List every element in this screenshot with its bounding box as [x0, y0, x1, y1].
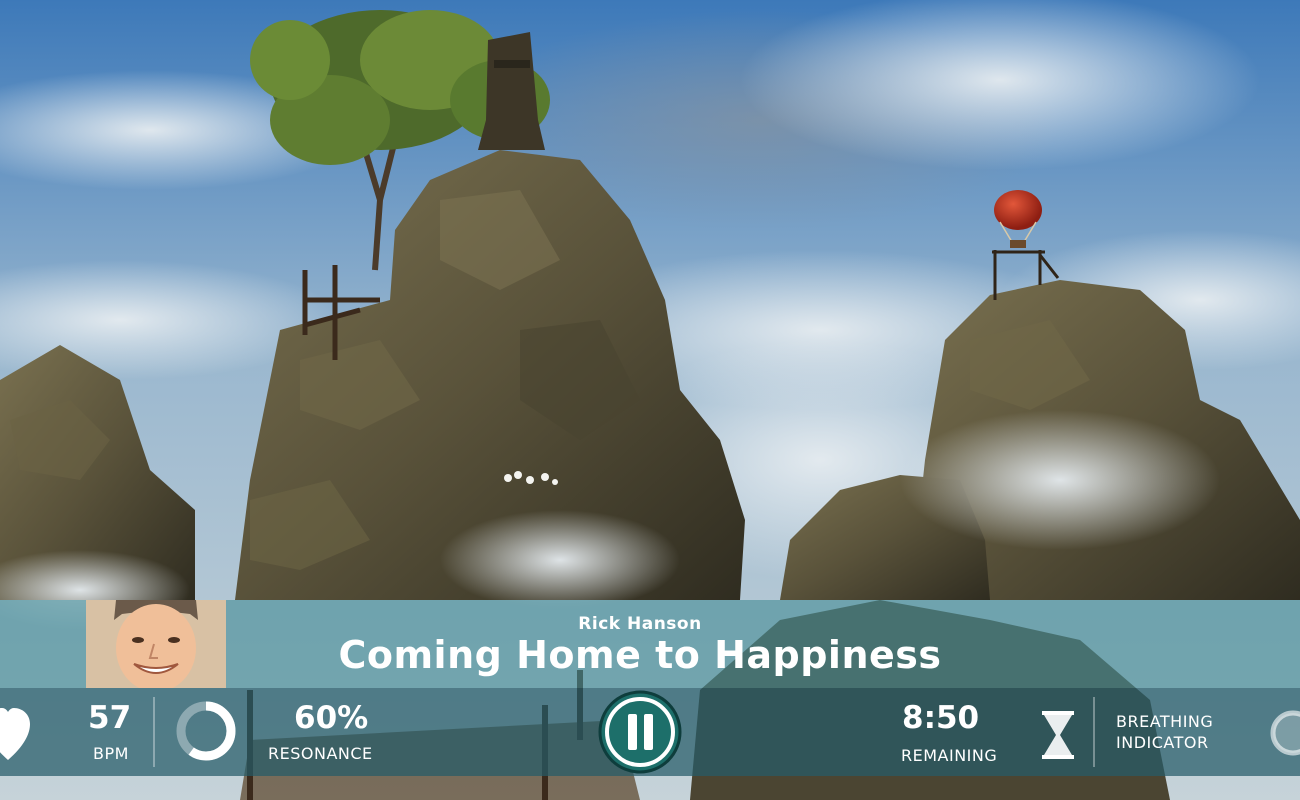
resonance-label: RESONANCE [268, 744, 373, 763]
pause-button[interactable] [598, 690, 682, 774]
heart-rate-label: BPM [93, 744, 129, 763]
stats-divider [1093, 697, 1095, 767]
resonance-ring-icon [176, 701, 236, 761]
breathing-indicator-label: BREATHING INDICATOR [1116, 711, 1213, 753]
hourglass-icon [1042, 711, 1074, 759]
breathing-label-line2: INDICATOR [1116, 733, 1209, 752]
resonance-value: 60% [294, 700, 369, 736]
breathing-label-line1: BREATHING [1116, 712, 1214, 731]
breathing-indicator[interactable] [1268, 708, 1300, 758]
time-remaining-value: 8:50 [902, 700, 980, 736]
stats-divider [153, 697, 155, 767]
session-title: Coming Home to Happiness [338, 633, 942, 677]
heart-icon [0, 708, 30, 760]
time-remaining-label: REMAINING [901, 746, 998, 765]
heart-rate-value: 57 [88, 700, 132, 736]
narrator-name: Rick Hanson [578, 614, 702, 634]
